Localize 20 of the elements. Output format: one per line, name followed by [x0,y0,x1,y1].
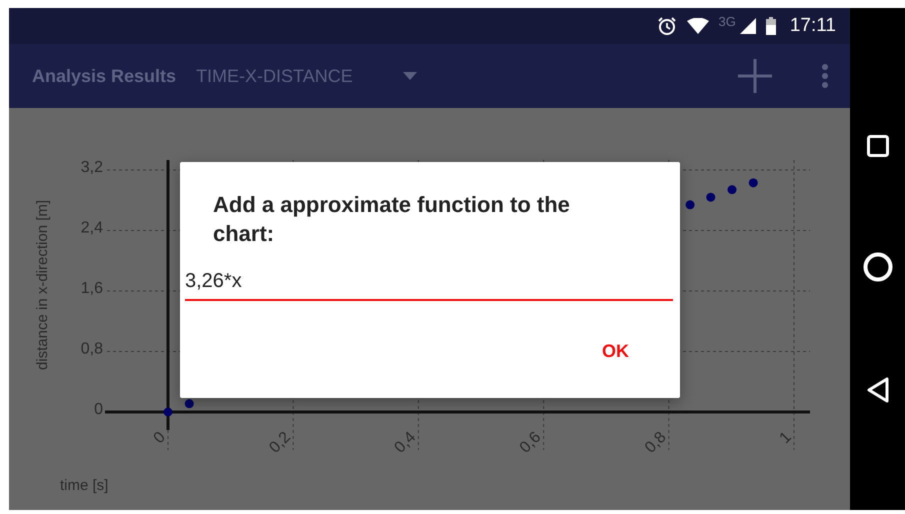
network-type: 3G [718,14,736,29]
dialog-title: Add a approximate function to the chart: [213,191,571,248]
x-tick-label: 0 [150,428,169,448]
x-tick-label: 0,6 [516,428,544,457]
y-tick-label: 2,4 [80,220,103,236]
clock: 17:11 [790,15,836,37]
y-tick-label: 3,2 [80,159,103,176]
x-tick-label: 0,2 [266,428,294,457]
y-axis-title: distance in x-direction [m] [34,200,51,370]
x-tick-label: 0,8 [642,428,670,457]
chart-type-dropdown[interactable]: TIME-X-DISTANCE [196,66,417,86]
y-tick-label: 0 [94,401,103,418]
x-tick-label: 1 [776,428,795,448]
x-tick-label: 0,4 [391,428,420,457]
y-tick-label: 0,8 [80,340,103,358]
function-input-field[interactable]: 3,26*x [185,270,673,301]
ok-button[interactable]: OK [596,337,635,366]
app-title: Analysis Results [32,66,176,86]
y-tick-label: 1,6 [80,280,103,297]
x-axis-title: time [s] [60,477,108,494]
